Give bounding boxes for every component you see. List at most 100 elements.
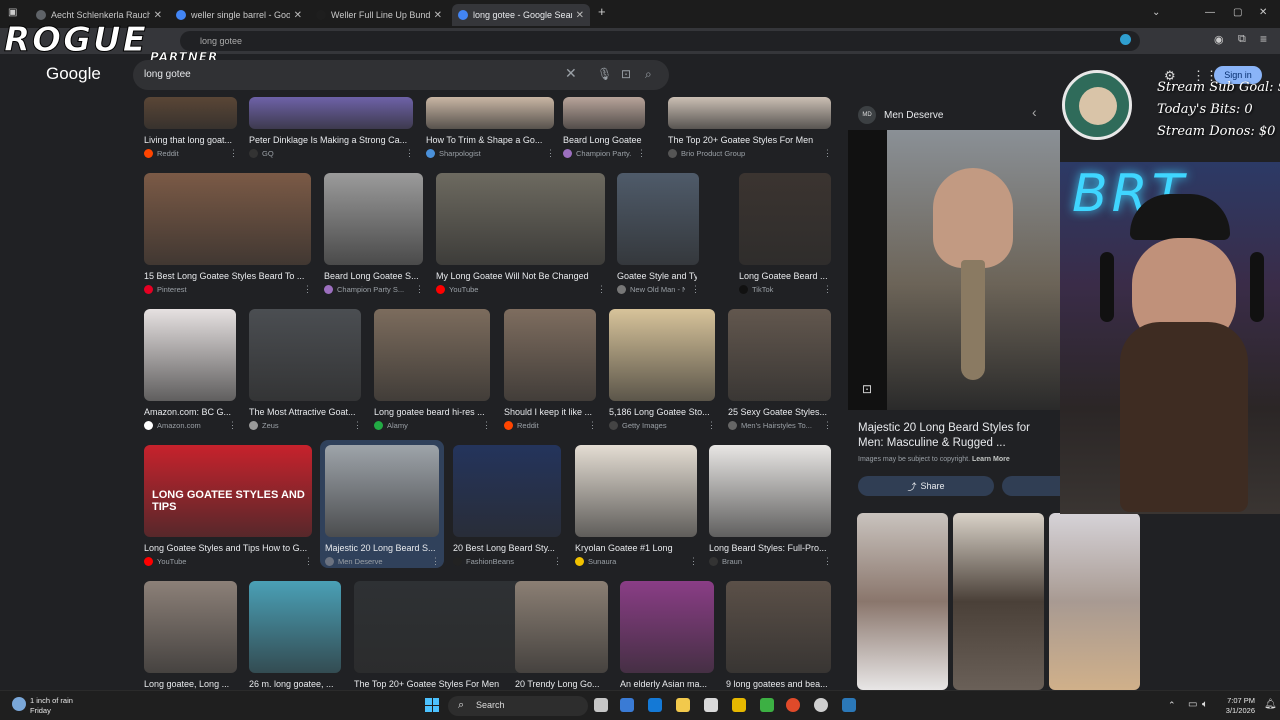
- result-title[interactable]: 5,186 Long Goatee Sto...: [609, 407, 713, 417]
- result-source[interactable]: Men Deserve: [325, 557, 425, 566]
- result-source[interactable]: New Old Man - N.O...: [617, 285, 685, 294]
- result-source[interactable]: Amazon.com: [144, 421, 222, 430]
- result-title[interactable]: 15 Best Long Goatee Styles Beard To ...: [144, 271, 309, 281]
- task-view-icon[interactable]: [594, 698, 608, 712]
- result-thumbnail[interactable]: [374, 309, 490, 401]
- result-title[interactable]: 25 Sexy Goatee Styles...: [728, 407, 829, 417]
- weather-widget[interactable]: 1 inch of rain Friday: [30, 696, 73, 716]
- tray-chevron-icon[interactable]: ⌃: [1168, 700, 1176, 711]
- image-result[interactable]: The Top 20+ Goatee Styles For Men: [354, 581, 531, 707]
- related-image-1[interactable]: [857, 513, 948, 690]
- image-result[interactable]: 26 m. long goatee, ...: [249, 581, 341, 707]
- result-title[interactable]: Peter Dinklage Is Making a Strong Ca...: [249, 135, 411, 145]
- result-thumbnail[interactable]: [620, 581, 714, 673]
- image-result[interactable]: Living that long goat... Reddit ⋮: [144, 97, 238, 163]
- store-icon[interactable]: [732, 698, 746, 712]
- tab-actions-icon[interactable]: ▣: [8, 7, 17, 18]
- result-source[interactable]: Sunaura: [575, 557, 683, 566]
- result-thumbnail[interactable]: [354, 581, 531, 673]
- result-thumbnail[interactable]: LONG GOATEE STYLES AND TIPS: [144, 445, 312, 537]
- image-result[interactable]: Amazon.com: BC G... Amazon.com ⋮: [144, 309, 237, 435]
- result-thumbnail[interactable]: [515, 581, 608, 673]
- learn-more-link[interactable]: Learn More: [972, 456, 1010, 463]
- image-result[interactable]: Long Beard Styles: Full-Pro... Braun ⋮: [709, 445, 832, 571]
- result-source[interactable]: Champion Party...: [563, 149, 631, 158]
- image-result[interactable]: Beard Long Goatee S... Champion Party S..…: [324, 173, 424, 299]
- image-result[interactable]: Goatee Style and Type ... New Old Man - N…: [617, 173, 700, 299]
- new-tab-button[interactable]: +: [598, 4, 606, 19]
- close-window-icon[interactable]: ✕: [1259, 7, 1267, 18]
- result-thumbnail[interactable]: [453, 445, 561, 537]
- result-title[interactable]: The Most Attractive Goat...: [249, 407, 359, 417]
- more-options-icon[interactable]: ⋮: [303, 284, 312, 295]
- result-source[interactable]: Pinterest: [144, 285, 297, 294]
- more-options-icon[interactable]: ⋮: [689, 556, 698, 567]
- tab-close-icon[interactable]: ✕: [294, 10, 302, 21]
- result-title[interactable]: Beard Long Goatee ...: [563, 135, 643, 145]
- result-thumbnail[interactable]: [436, 173, 605, 265]
- extensions-icon[interactable]: ⧉: [1238, 33, 1246, 46]
- panel-back-icon[interactable]: ‹: [1032, 104, 1037, 120]
- profile-icon[interactable]: ◉: [1214, 33, 1224, 46]
- clear-icon[interactable]: ✕: [565, 65, 577, 82]
- result-thumbnail[interactable]: [739, 173, 831, 265]
- result-title[interactable]: Kryolan Goatee #1 Long: [575, 543, 695, 553]
- tab-3[interactable]: Weller Full Line Up Bundle: Spe ✕: [310, 4, 448, 26]
- result-source[interactable]: TikTok: [739, 285, 817, 294]
- result-title[interactable]: Long Beard Styles: Full-Pro...: [709, 543, 829, 553]
- brave-browser-icon[interactable]: [786, 698, 800, 712]
- more-options-icon[interactable]: ⋮: [823, 420, 832, 431]
- google-logo[interactable]: Google: [46, 64, 101, 84]
- result-thumbnail[interactable]: [249, 581, 341, 673]
- result-thumbnail[interactable]: [575, 445, 697, 537]
- result-thumbnail[interactable]: [144, 97, 237, 129]
- result-title[interactable]: 26 m. long goatee, ...: [249, 679, 339, 689]
- result-thumbnail[interactable]: [609, 309, 715, 401]
- more-options-icon[interactable]: ⋮: [228, 420, 237, 431]
- result-title[interactable]: 9 long goatees and bea...: [726, 679, 829, 689]
- taskbar-search[interactable]: ⌕ Search: [448, 696, 588, 716]
- result-thumbnail[interactable]: [728, 309, 831, 401]
- panel-title[interactable]: Majestic 20 Long Beard Styles for Men: M…: [858, 421, 1058, 451]
- result-thumbnail[interactable]: [249, 97, 413, 129]
- mail-icon[interactable]: [648, 698, 662, 712]
- result-thumbnail[interactable]: [249, 309, 361, 401]
- weather-icon[interactable]: [12, 697, 26, 711]
- obs-icon[interactable]: [814, 698, 828, 712]
- menu-icon[interactable]: ≡: [1260, 32, 1267, 46]
- image-result[interactable]: An elderly Asian ma...: [620, 581, 714, 707]
- steam-icon[interactable]: [842, 698, 856, 712]
- more-options-icon[interactable]: ⋮: [415, 284, 424, 295]
- image-result[interactable]: My Long Goatee Will Not Be Changed YouTub…: [436, 173, 606, 299]
- image-result[interactable]: Long goatee beard hi-res ... Alamy ⋮: [374, 309, 491, 435]
- panel-main-image[interactable]: [887, 130, 1060, 410]
- more-options-icon[interactable]: ⋮: [482, 420, 491, 431]
- minimize-icon[interactable]: —: [1205, 7, 1215, 18]
- image-result[interactable]: Should I keep it like ... Reddit ⋮: [504, 309, 597, 435]
- image-result[interactable]: The Most Attractive Goat... Zeus ⋮: [249, 309, 362, 435]
- clock[interactable]: 7:07 PM 3/1/2026: [1219, 696, 1255, 716]
- image-result[interactable]: Kryolan Goatee #1 Long Sunaura ⋮: [575, 445, 698, 571]
- result-source[interactable]: Reddit: [144, 149, 223, 158]
- tab-close-icon[interactable]: ✕: [154, 10, 162, 21]
- result-source[interactable]: YouTube: [436, 285, 591, 294]
- more-options-icon[interactable]: ⋮: [637, 148, 646, 159]
- result-title[interactable]: An elderly Asian ma...: [620, 679, 712, 689]
- result-title[interactable]: The Top 20+ Goatee Styles For Men: [354, 679, 529, 689]
- result-thumbnail[interactable]: [709, 445, 831, 537]
- related-image-3[interactable]: [1049, 513, 1140, 690]
- more-options-icon[interactable]: ⋮: [707, 420, 716, 431]
- copilot-icon[interactable]: [620, 698, 634, 712]
- microphone-icon[interactable]: 🎙︎: [597, 67, 612, 81]
- more-options-icon[interactable]: ⋮: [546, 148, 555, 159]
- image-result[interactable]: Majestic 20 Long Beard S... Men Deserve ⋮: [320, 440, 444, 571]
- image-result[interactable]: 15 Best Long Goatee Styles Beard To ... P…: [144, 173, 312, 299]
- more-options-icon[interactable]: ⋮: [405, 148, 414, 159]
- result-source[interactable]: Getty Images: [609, 421, 701, 430]
- image-result[interactable]: Long goatee, Long ...: [144, 581, 237, 707]
- search-icon[interactable]: ⌕: [645, 67, 652, 82]
- result-source[interactable]: Braun: [709, 557, 817, 566]
- more-options-icon[interactable]: ⋮: [823, 148, 832, 159]
- image-result[interactable]: 5,186 Long Goatee Sto... Getty Images ⋮: [609, 309, 716, 435]
- image-result[interactable]: 20 Best Long Beard Sty... FashionBeans ⋮: [453, 445, 562, 571]
